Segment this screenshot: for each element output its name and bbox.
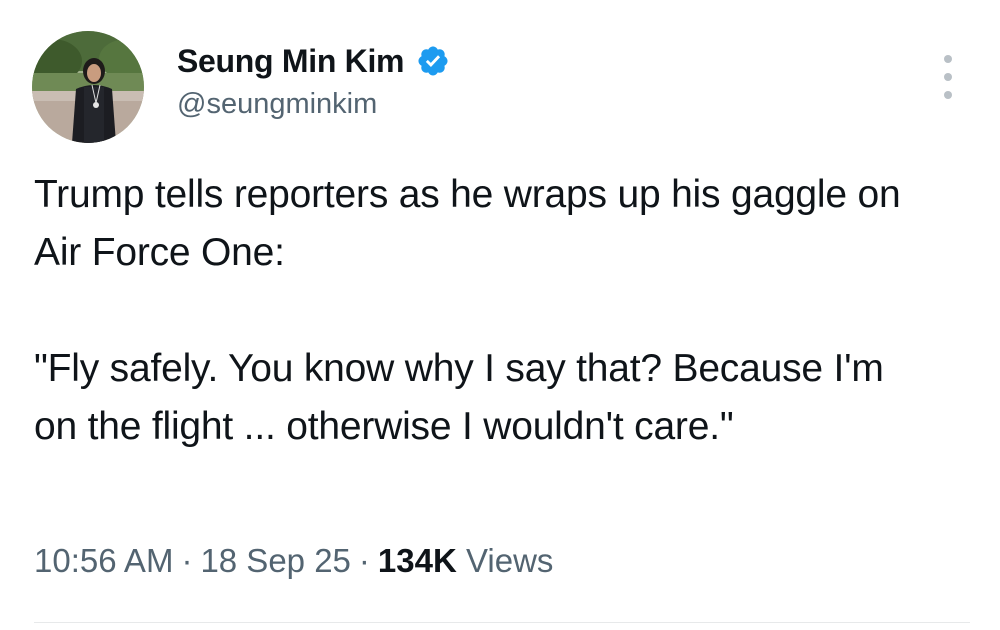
- dot: [944, 73, 952, 81]
- tweet-text: Trump tells reporters as he wraps up his…: [34, 166, 934, 456]
- tweet-paragraph: Trump tells reporters as he wraps up his…: [34, 173, 901, 274]
- avatar[interactable]: [32, 31, 144, 143]
- views-label: Views: [465, 542, 554, 579]
- author-info[interactable]: Seung Min Kim @seungminkim: [177, 40, 450, 121]
- verified-badge-icon: [416, 44, 450, 78]
- author-name-row: Seung Min Kim: [177, 40, 450, 82]
- tweet-card: Seung Min Kim @seungminkim Trump tells r…: [0, 0, 1000, 630]
- tweet-paragraph: "Fly safely. You know why I say that? Be…: [34, 347, 884, 448]
- author-handle[interactable]: @seungminkim: [177, 88, 450, 121]
- meta-separator: ·: [358, 542, 370, 579]
- tweet-time[interactable]: 10:56 AM: [34, 542, 173, 579]
- dot: [944, 91, 952, 99]
- dot: [944, 55, 952, 63]
- meta-separator: ·: [181, 542, 193, 579]
- avatar-photo: [32, 31, 144, 143]
- tweet-date[interactable]: 18 Sep 25: [200, 542, 350, 579]
- views-count[interactable]: 134K: [378, 542, 457, 579]
- tweet-meta: 10:56 AM · 18 Sep 25 · 134K Views: [34, 542, 553, 580]
- divider: [34, 622, 970, 623]
- more-options-icon[interactable]: [928, 55, 968, 99]
- author-display-name[interactable]: Seung Min Kim: [177, 43, 405, 80]
